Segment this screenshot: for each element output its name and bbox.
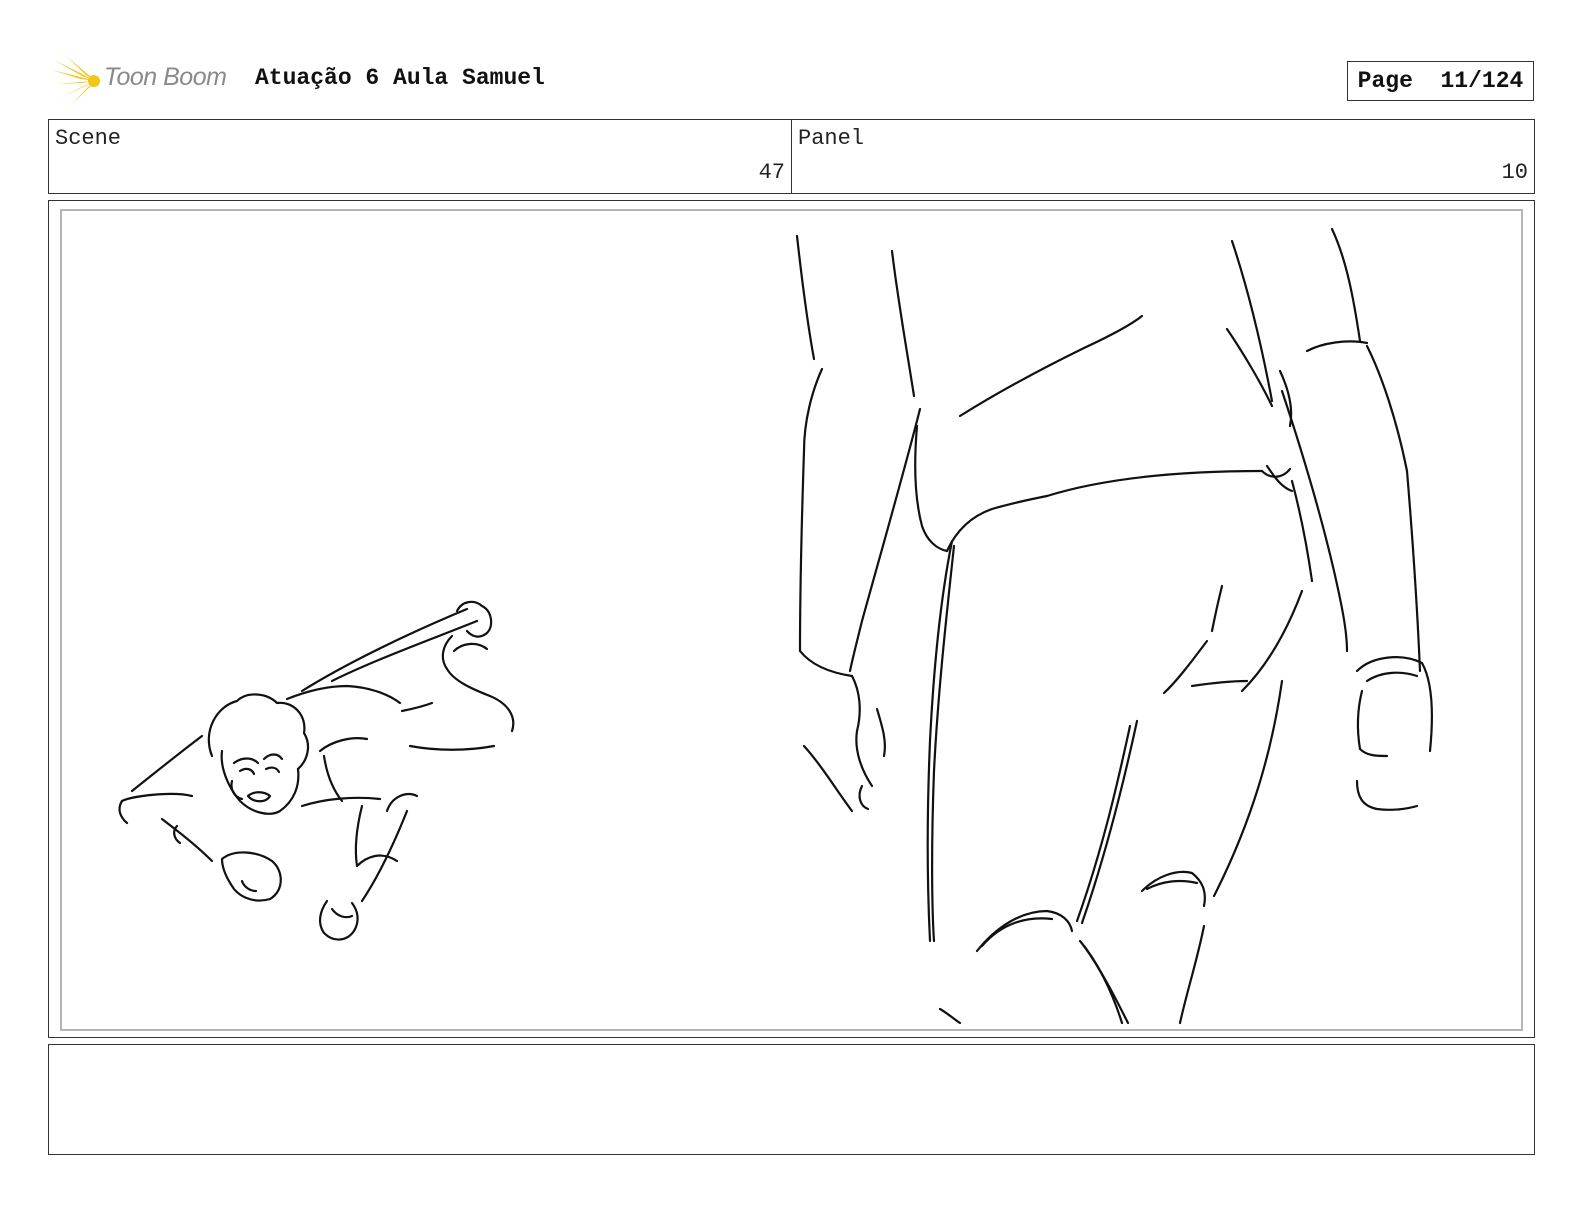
scene-cell: Scene 47 xyxy=(49,120,791,193)
panel-image xyxy=(60,209,1523,1031)
page-label: Page xyxy=(1357,68,1413,94)
logo-text: Toon Boom xyxy=(104,63,227,91)
panel-notes xyxy=(48,1044,1535,1155)
document-title: Atuação 6 Aula Samuel xyxy=(255,65,545,91)
page-indicator: Page 11/124 xyxy=(1347,61,1534,101)
panel-label: Panel xyxy=(798,126,865,151)
scene-panel-info: Scene 47 Panel 10 xyxy=(48,119,1535,194)
scene-label: Scene xyxy=(55,126,122,151)
fallen-character-sketch xyxy=(118,600,515,941)
scene-number: 47 xyxy=(758,160,785,185)
standing-character-sketch xyxy=(795,227,1434,1025)
page-number: 11/124 xyxy=(1440,68,1524,94)
panel-number: 10 xyxy=(1501,160,1528,185)
panel-frame xyxy=(48,200,1535,1038)
storyboard-sketch xyxy=(118,227,1434,1025)
panel-cell: Panel 10 xyxy=(791,120,1534,193)
